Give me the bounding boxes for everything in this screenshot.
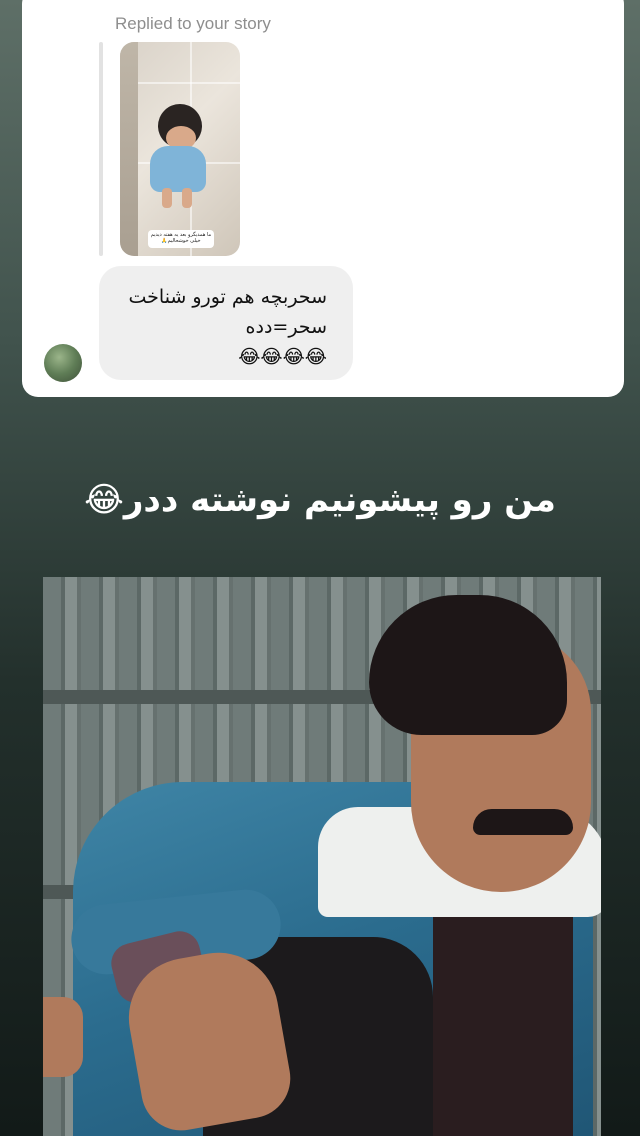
photo-hair [369, 595, 567, 735]
thumbnail-floor-line [138, 82, 240, 84]
message-bubble[interactable]: سحربچه هم تورو شناخت سحر=دده 😂😂😂😂 [99, 266, 353, 380]
meme-photo [43, 577, 601, 1136]
story-thumbnail[interactable]: ما همدیگرو بعد یه هفته دیدیم خیلی خوشحال… [120, 42, 240, 256]
message-line: سحر=دده [245, 316, 327, 338]
thumbnail-child-leg [162, 188, 172, 208]
message-line: 😂😂😂😂 [238, 346, 327, 368]
replied-to-story-label: Replied to your story [115, 14, 271, 33]
story-sticker-text: ما همدیگرو بعد یه هفته دیدیم خیلی خوشحال… [148, 230, 214, 248]
photo-mustache [473, 809, 573, 835]
sender-avatar[interactable] [44, 344, 82, 382]
quote-bar [99, 42, 103, 256]
thumbnail-wall [120, 42, 138, 256]
thumbnail-child-body [150, 146, 206, 192]
photo-shirt [433, 887, 573, 1136]
thumbnail-child-leg [182, 188, 192, 208]
photo-hand [43, 997, 83, 1077]
message-line: سحربچه هم تورو شناخت [128, 286, 328, 308]
story-caption: من رو پیشونیم نوشته ددر😂 [84, 480, 556, 520]
